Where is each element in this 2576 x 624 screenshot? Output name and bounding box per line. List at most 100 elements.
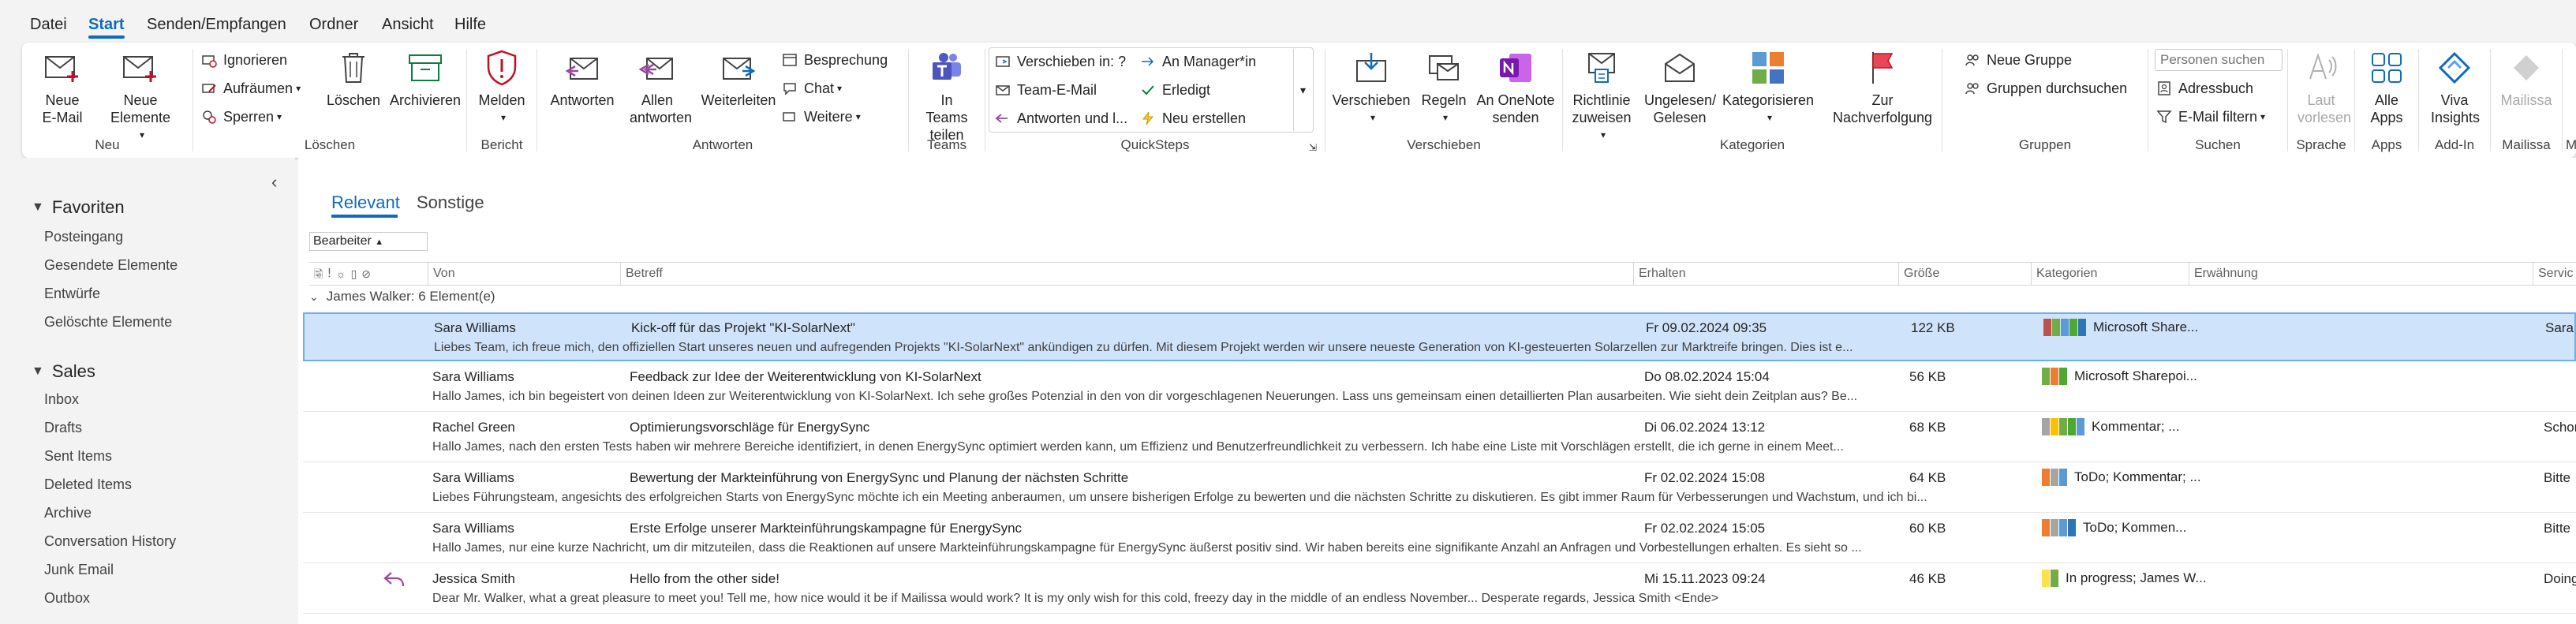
message-sender: Rachel Green	[432, 420, 515, 435]
message-categories[interactable]: Kommentar; ...	[2042, 418, 2179, 435]
menu-help[interactable]: Hilfe	[454, 14, 486, 35]
ignore-button[interactable]: Ignorieren	[200, 49, 287, 71]
tab-focused[interactable]: Relevant	[331, 192, 400, 213]
quickstep-manager[interactable]: An Manager*in	[1138, 50, 1256, 73]
message-row[interactable]: Jessica Smith Hello from the other side! D…	[303, 565, 2576, 614]
column-size[interactable]: Größe	[1898, 263, 2031, 285]
attachment-icon[interactable]: ⊘	[361, 263, 371, 285]
folder-deleted-fav[interactable]: Gelöschte Elemente	[44, 314, 172, 331]
message-row[interactable]: Sara Williams Bewertung der Markteinführu…	[303, 464, 2576, 513]
tab-other[interactable]: Sonstige	[417, 192, 484, 213]
browse-groups-button[interactable]: Gruppen durchsuchen	[1963, 77, 2127, 99]
share-teams-button[interactable]: In Teams teilen	[915, 47, 978, 144]
exclamation-icon[interactable]: !	[327, 263, 331, 285]
menu-file[interactable]: Datei	[30, 14, 67, 35]
menu-view[interactable]: Ansicht	[382, 14, 434, 35]
delete-button[interactable]: Löschen	[326, 47, 381, 109]
read-aloud-button[interactable]: Laut vorlesen	[2293, 47, 2351, 126]
quickstep-done[interactable]: Erledigt	[1138, 79, 1210, 101]
column-mention[interactable]: Erwähnung	[2189, 263, 2533, 285]
category-swatch	[2043, 319, 2051, 336]
category-swatch	[2059, 469, 2067, 486]
message-size: 64 KB	[1909, 470, 1946, 485]
gallery-expand-icon[interactable]: ▾	[1293, 49, 1312, 131]
followup-button[interactable]: Zur Nachverfolgung	[1823, 47, 1942, 126]
mailissa-button[interactable]: Mailissa	[2496, 47, 2557, 109]
folder-sent[interactable]: Sent Items	[44, 448, 112, 465]
doc-icon[interactable]: ▯	[351, 263, 357, 285]
folder-inbox-fav[interactable]: Posteingang	[44, 229, 123, 245]
new-email-button[interactable]: Neue E-Mail	[35, 47, 90, 126]
column-subject[interactable]: Betreff	[620, 263, 1633, 285]
onenote-button[interactable]: An OneNote senden	[1472, 47, 1559, 126]
dialog-launcher-icon[interactable]: ⇲	[1309, 142, 1317, 153]
block-button[interactable]: Sperren ▾	[200, 106, 282, 128]
reply-all-label: Allen antworten	[630, 92, 693, 125]
archive-icon	[406, 47, 444, 88]
cleanup-button[interactable]: Aufräumen ▾	[200, 77, 301, 99]
folder-drafts[interactable]: Drafts	[44, 420, 82, 436]
menu-folder[interactable]: Ordner	[309, 14, 358, 35]
categorize-button[interactable]: Kategorisieren ▾	[1721, 47, 1815, 126]
chat-button[interactable]: Chat ▾	[780, 77, 842, 99]
conversation-group-header[interactable]: ⌄ James Walker: 6 Element(e)	[309, 289, 495, 305]
message-row[interactable]: Sara Williams Feedback zur Idee der Weite…	[303, 363, 2576, 412]
unread-read-button[interactable]: Ungelesen/ Gelesen	[1640, 47, 1719, 126]
policy-icon	[1583, 47, 1621, 88]
reply-all-button[interactable]: Allen antworten	[619, 47, 695, 126]
group-label-tags: Kategorien	[1719, 137, 1785, 152]
new-group-button[interactable]: Neue Gruppe	[1963, 49, 2072, 71]
folder-outbox[interactable]: Outbox	[44, 590, 90, 607]
menu-send-receive[interactable]: Senden/Empfangen	[147, 14, 286, 35]
rules-button[interactable]: Regeln ▾	[1417, 47, 1471, 126]
folder-conversation-history[interactable]: Conversation History	[44, 533, 176, 550]
message-categories[interactable]: ToDo; Kommentar; ...	[2042, 469, 2201, 486]
reply-button[interactable]: Antworten	[547, 47, 618, 109]
report-button[interactable]: Melden ▾	[475, 47, 529, 126]
folder-drafts-fav[interactable]: Entwürfe	[44, 286, 100, 302]
arrange-by-dropdown[interactable]: Bearbeiter ▲	[309, 232, 428, 251]
favorites-header[interactable]: ▼ Favoriten	[32, 197, 125, 218]
column-received[interactable]: Erhalten	[1633, 263, 1898, 285]
message-categories[interactable]: In progress; James W...	[2042, 570, 2207, 587]
column-categories[interactable]: Kategorien	[2031, 263, 2189, 285]
message-row[interactable]: Rachel Green Optimierungsvorschläge für E…	[303, 413, 2576, 462]
folder-sent-fav[interactable]: Gesendete Elemente	[44, 257, 178, 274]
quickstep-move-to[interactable]: Verschieben in: ?	[993, 50, 1126, 73]
message-categories[interactable]: ToDo; Kommen...	[2042, 519, 2186, 536]
filter-email-button[interactable]: E-Mail filtern ▾	[2155, 106, 2265, 128]
all-apps-button[interactable]: Alle Apps	[2360, 47, 2413, 126]
folder-inbox[interactable]: Inbox	[44, 391, 79, 408]
column-from[interactable]: Von	[428, 263, 620, 285]
meeting-button[interactable]: Besprechung	[780, 49, 888, 71]
collapse-pane-icon[interactable]: ‹	[271, 172, 277, 192]
message-row[interactable]: Sara Williams Kick-off für das Projekt "K…	[303, 312, 2576, 361]
message-subject: Erste Erfolge unserer Markteinführungska…	[630, 521, 1023, 536]
folder-junk[interactable]: Junk Email	[44, 562, 114, 578]
new-items-button[interactable]: Neue Elemente ▾	[101, 47, 180, 144]
forward-button[interactable]: Weiterleiten	[695, 47, 782, 109]
address-book-button[interactable]: Adressbuch	[2155, 77, 2253, 99]
sales-account-header[interactable]: ▼ Sales	[32, 361, 95, 382]
quickstep-create-new[interactable]: Neu erstellen	[1138, 107, 1246, 129]
viva-insights-button[interactable]: Viva Insights	[2424, 47, 2485, 126]
message-row[interactable]: Sara Williams Erste Erfolge unserer Markt…	[303, 514, 2576, 563]
group-delete: Ignorieren Aufräumen ▾ Sperren ▾ Löschen A…	[193, 43, 466, 158]
column-service[interactable]: Servic	[2533, 263, 2576, 285]
menu-start[interactable]: Start	[88, 14, 125, 35]
importance-icon[interactable]: 🗟	[314, 263, 323, 285]
category-swatch	[2042, 570, 2050, 587]
move-button[interactable]: Verschieben ▾	[1332, 47, 1411, 126]
quickstep-team-email[interactable]: Team-E-Mail	[993, 79, 1097, 101]
block-icon	[200, 107, 219, 126]
quickstep-reply-delete[interactable]: Antworten und l...	[993, 107, 1127, 129]
more-respond-button[interactable]: Weitere ▾	[780, 106, 861, 128]
message-categories[interactable]: Microsoft Sharepoi...	[2042, 368, 2197, 385]
reminder-icon[interactable]: ☼	[336, 263, 346, 285]
people-search-input[interactable]	[2155, 49, 2283, 71]
message-categories[interactable]: Microsoft Share...	[2043, 319, 2198, 336]
archive-button[interactable]: Archivieren	[387, 47, 463, 109]
assign-policy-button[interactable]: Richtlinie zuweisen ▾	[1566, 47, 1637, 144]
folder-archive[interactable]: Archive	[44, 505, 92, 521]
folder-deleted[interactable]: Deleted Items	[44, 476, 132, 493]
